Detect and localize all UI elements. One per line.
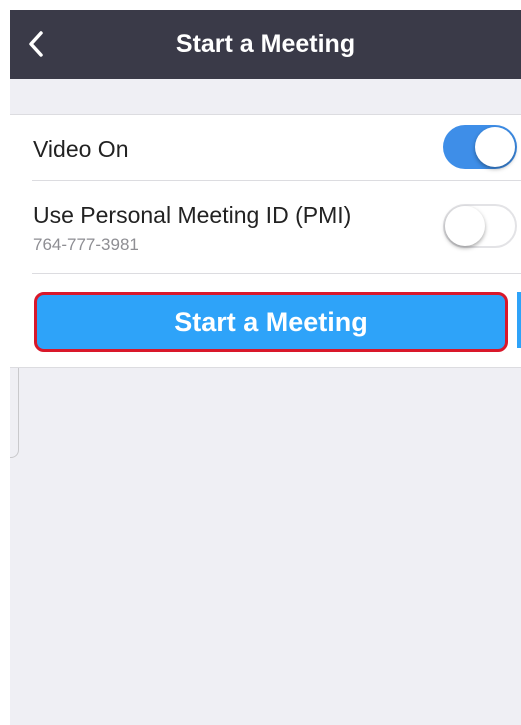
start-meeting-button[interactable]: Start a Meeting [34, 292, 508, 352]
screen: Start a Meeting Video On Use Personal Me… [10, 10, 521, 725]
page-title: Start a Meeting [175, 30, 356, 58]
pmi-number: 764-777-3981 [33, 235, 139, 254]
video-on-toggle[interactable] [443, 125, 517, 169]
navigation-bar: Start a Meeting [10, 10, 521, 79]
toggle-knob [475, 127, 515, 167]
pmi-row: Use Personal Meeting ID (PMI) 764-777-39… [10, 181, 521, 273]
meeting-settings-group: Video On Use Personal Meeting ID (PMI) 7… [10, 114, 521, 368]
pmi-label: Use Personal Meeting ID (PMI) [33, 202, 352, 228]
row-divider [32, 273, 521, 274]
button-edge [517, 292, 521, 348]
back-button[interactable] [18, 26, 54, 62]
chevron-left-icon [29, 31, 43, 57]
video-on-label: Video On [33, 136, 129, 162]
start-meeting-area: Start a Meeting [10, 279, 521, 367]
video-on-row: Video On [10, 115, 521, 180]
toggle-knob [445, 206, 485, 246]
pmi-toggle[interactable] [443, 204, 517, 248]
